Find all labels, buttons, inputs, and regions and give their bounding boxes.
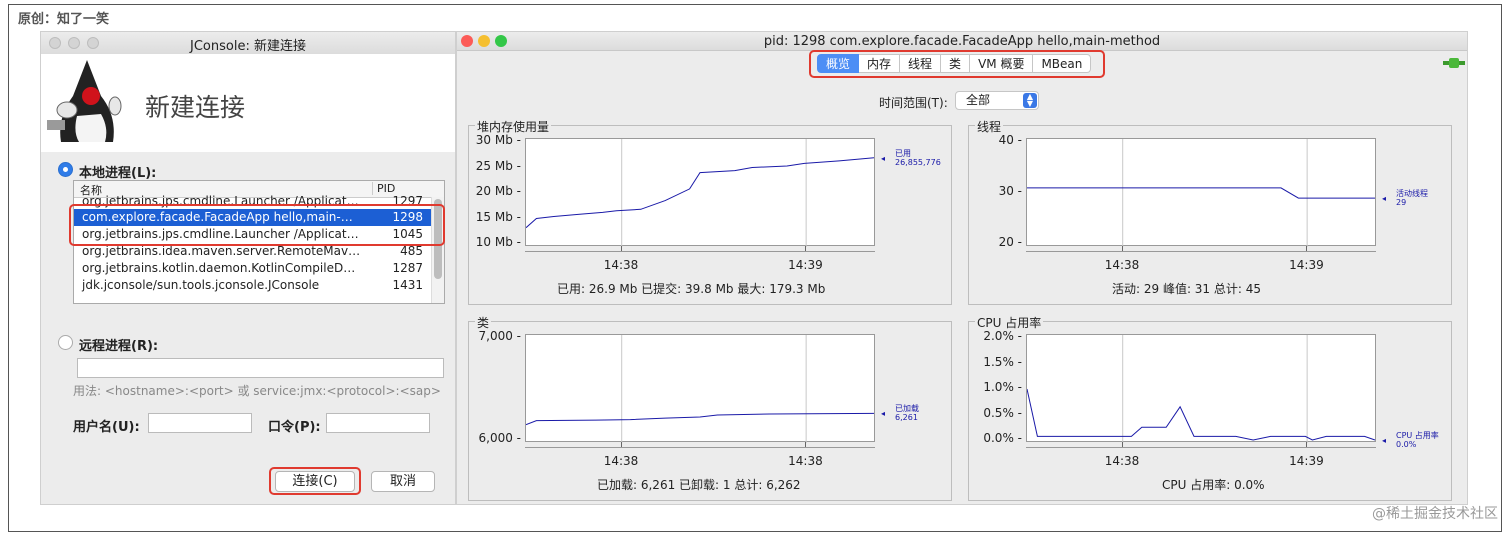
legend-marker-icon: ◂: [881, 153, 886, 163]
chart-svg: [1027, 139, 1375, 247]
cancel-button[interactable]: 取消: [371, 471, 435, 492]
series-line: [1027, 388, 1376, 441]
legend-series-name: 活动线程: [1396, 189, 1428, 199]
chart-legend: ◂ 已加载 6,261: [881, 404, 919, 423]
chart-legend: ◂ 已用 26,855,776: [881, 148, 941, 167]
x-tick-label: 14:38: [603, 258, 639, 272]
chart-plot-area: [1026, 334, 1376, 443]
banner: 新建连接: [41, 54, 455, 152]
y-tick-label: 25 Mb -: [475, 158, 521, 173]
y-tick-label: 15 Mb -: [475, 209, 521, 224]
y-tick-label: 40 -: [998, 133, 1022, 147]
legend-series-name: 已用: [895, 148, 911, 158]
legend-marker-icon: ◂: [1382, 194, 1387, 204]
monitor-window: pid: 1298 com.explore.facade.FacadeApp h…: [456, 31, 1468, 505]
tab-memory[interactable]: 内存: [859, 54, 901, 73]
y-tick-label: 30 Mb -: [475, 133, 521, 147]
chart-svg: [526, 335, 875, 443]
chart-plot-area: [1026, 138, 1376, 247]
x-axis: [525, 251, 875, 252]
table-row[interactable]: org.jetbrains.kotlin.daemon.KotlinCompil…: [74, 260, 431, 277]
local-process-radio[interactable]: [58, 162, 73, 177]
x-tick-label: 14:38: [1104, 454, 1140, 468]
x-tick-label: 14:39: [1289, 258, 1324, 272]
new-connection-window: JConsole: 新建连接 新建连接 本地进程(L): 名称 PID org.…: [40, 31, 456, 505]
x-axis: [525, 447, 875, 448]
chart-legend: ◂ 活动线程 29: [1382, 189, 1428, 208]
x-axis: [1026, 447, 1376, 448]
y-tick-label: 10 Mb -: [475, 235, 521, 249]
x-tick-label: 14:39: [1289, 454, 1324, 468]
y-tick-label: 1.5% -: [983, 354, 1022, 369]
x-axis: [1026, 251, 1376, 252]
y-tick-label: 7,000 -: [478, 329, 522, 343]
window-title: JConsole: 新建连接: [190, 39, 306, 54]
password-input[interactable]: [326, 413, 430, 433]
y-tick-label: 0.5% -: [983, 405, 1022, 420]
chart-svg: [526, 139, 875, 247]
highlight-box: [69, 204, 445, 246]
chart-svg: [1027, 335, 1376, 443]
legend-last-value: 0.0%: [1396, 440, 1417, 449]
y-tick-label: 20 Mb -: [475, 184, 521, 198]
time-range-select[interactable]: 全部 ▲ ▼: [955, 91, 1039, 110]
legend-series-name: CPU 占用率: [1396, 431, 1439, 440]
select-arrows-icon: ▲ ▼: [1023, 93, 1037, 108]
y-tick-label: 1.0% -: [983, 380, 1022, 394]
y-tick-label: 6,000 -: [478, 431, 522, 445]
chart-plot-area: [525, 334, 875, 443]
username-label: 用户名(U):: [73, 420, 140, 435]
x-tick-label: 14:39: [788, 258, 823, 272]
legend-last-value: 26,855,776: [895, 157, 941, 167]
usage-hint: 用法: <hostname>:<port> 或 service:jmx:<pro…: [73, 384, 441, 398]
local-process-label: 本地进程(L):: [79, 166, 157, 181]
connection-plug-icon[interactable]: [1443, 58, 1465, 68]
x-tick-label: 14:38: [788, 454, 823, 468]
series-line: [526, 157, 875, 229]
title-bar: JConsole: 新建连接: [41, 32, 455, 55]
tab-overview[interactable]: 概览: [817, 54, 860, 73]
title-bar: pid: 1298 com.explore.facade.FacadeApp h…: [457, 32, 1467, 51]
chart-legend: ◂ CPU 占用率 0.0%: [1382, 431, 1439, 449]
remote-address-input[interactable]: [77, 358, 444, 378]
x-tick-label: 14:38: [603, 454, 639, 468]
watermark: @稀土掘金技术社区: [1372, 506, 1498, 522]
banner-title: 新建连接: [145, 93, 246, 122]
tab-vm-summary[interactable]: VM 概要: [970, 54, 1034, 73]
tab-threads[interactable]: 线程: [900, 54, 942, 73]
chart-stats: CPU 占用率: 0.0%: [1162, 478, 1265, 492]
series-line: [1027, 187, 1375, 199]
duke-mascot-icon: [47, 60, 122, 142]
y-tick-label: 0.0% -: [983, 431, 1022, 445]
remote-process-radio[interactable]: [58, 335, 73, 350]
y-tick-label: 30 -: [998, 184, 1022, 198]
tab-classes[interactable]: 类: [941, 54, 971, 73]
legend-last-value: 6,261: [895, 413, 918, 423]
connect-button[interactable]: 连接(C): [275, 471, 355, 492]
chart-stats: 活动: 29 峰值: 31 总计: 45: [1112, 282, 1262, 296]
window-title: pid: 1298 com.explore.facade.FacadeApp h…: [763, 34, 1161, 49]
series-line: [526, 412, 875, 426]
table-row[interactable]: jdk.jconsole/sun.tools.jconsole.JConsole…: [74, 277, 431, 294]
chart-plot-area: [525, 138, 875, 247]
legend-marker-icon: ◂: [881, 409, 886, 419]
username-input[interactable]: [148, 413, 252, 433]
time-range-label: 时间范围(T):: [879, 96, 948, 110]
chart-stats: 已加载: 6,261 已卸载: 1 总计: 6,262: [597, 478, 801, 492]
chart-stats: 已用: 26.9 Mb 已提交: 39.8 Mb 最大: 179.3 Mb: [557, 282, 826, 296]
password-label: 口令(P):: [268, 420, 321, 435]
legend-last-value: 29: [1396, 198, 1407, 208]
remote-process-label: 远程进程(R):: [79, 339, 159, 354]
legend-series-name: 已加载: [895, 404, 919, 414]
y-tick-label: 2.0% -: [983, 329, 1022, 343]
y-tick-label: 20 -: [998, 235, 1022, 249]
tab-mbean[interactable]: MBean: [1033, 54, 1092, 73]
tab-bar: 概览 内存 线程 类 VM 概要 MBean: [817, 54, 1092, 73]
legend-marker-icon: ◂: [1382, 436, 1387, 445]
caption: 原创：知了一笑: [18, 12, 110, 27]
x-tick-label: 14:38: [1104, 258, 1140, 272]
